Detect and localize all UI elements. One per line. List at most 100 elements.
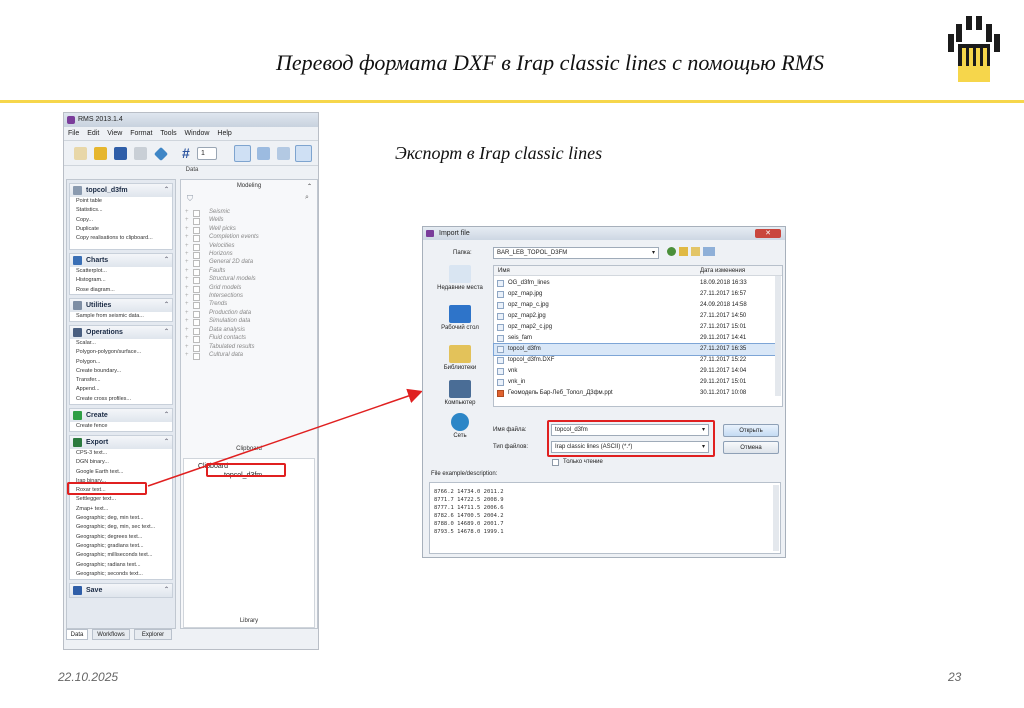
chevron-up-icon[interactable]: ⌃ xyxy=(164,409,169,422)
layout-view-2-icon[interactable] xyxy=(257,147,270,160)
open-button[interactable]: Открыть xyxy=(723,424,779,437)
task-scatterplot[interactable]: Scatterplot... xyxy=(70,267,172,276)
file-row[interactable]: opz_map2.jpg 27.11.2017 14:50 xyxy=(494,311,776,322)
preview-scrollbar[interactable] xyxy=(773,485,779,551)
collapse-icon[interactable]: ⌃ xyxy=(307,183,312,190)
file-row[interactable]: opz_map_c.jpg 24.09.2018 14:58 xyxy=(494,300,776,311)
open-folder-icon[interactable] xyxy=(94,147,107,160)
menu-file[interactable]: File xyxy=(68,130,79,137)
tab-data[interactable]: Data xyxy=(66,629,88,640)
layout-view-1-icon[interactable] xyxy=(234,145,251,162)
task-create-boundary[interactable]: Create boundary... xyxy=(70,367,172,376)
layout-view-3-icon[interactable] xyxy=(277,147,290,160)
place-desktop[interactable]: Рабочий стол xyxy=(429,305,491,331)
task-export-dgn[interactable]: DGN binary... xyxy=(70,458,172,467)
tree-item[interactable]: Velocities xyxy=(185,242,305,252)
task-export-geo-deg-min-sec[interactable]: Geographic; deg, min, sec text... xyxy=(70,523,172,532)
task-histogram[interactable]: Histogram... xyxy=(70,276,172,285)
folder-select[interactable]: BAR_LEB_TOPOL_D3FM ▾ xyxy=(493,247,659,259)
chevron-up-icon[interactable]: ⌃ xyxy=(164,584,169,597)
tree-item[interactable]: Production data xyxy=(185,309,305,319)
task-polygon[interactable]: Polygon... xyxy=(70,358,172,367)
tree-item[interactable]: Structural models xyxy=(185,275,305,285)
task-export-zmap[interactable]: Zmap+ text... xyxy=(70,505,172,514)
file-row[interactable]: opz_map.jpg 27.11.2017 16:57 xyxy=(494,289,776,300)
task-export-google-earth[interactable]: Google Earth text... xyxy=(70,468,172,477)
tab-explorer[interactable]: Explorer xyxy=(134,629,172,640)
chevron-up-icon[interactable]: ⌃ xyxy=(164,254,169,267)
tree-item[interactable]: Faults xyxy=(185,267,305,277)
task-scalar[interactable]: Scalar... xyxy=(70,339,172,348)
task-export-settlegger[interactable]: Settlegger text... xyxy=(70,495,172,504)
export-section-header[interactable]: Export ⌃ xyxy=(70,436,172,449)
search-icon[interactable]: ⌕ xyxy=(305,194,309,202)
task-rose-diagram[interactable]: Rose diagram... xyxy=(70,286,172,295)
task-export-geo-deg-min[interactable]: Geographic; deg, min text... xyxy=(70,514,172,523)
task-create-fence[interactable]: Create fence xyxy=(70,422,172,431)
menu-edit[interactable]: Edit xyxy=(87,130,99,137)
diamond-icon[interactable] xyxy=(153,146,169,162)
menu-help[interactable]: Help xyxy=(217,130,231,137)
file-list-scrollbar[interactable] xyxy=(775,276,781,396)
back-icon[interactable] xyxy=(667,247,676,256)
layout-view-4-icon[interactable] xyxy=(295,145,312,162)
task-sample-seismic[interactable]: Sample from seismic data... xyxy=(70,312,172,321)
file-row[interactable]: OG_d3fm_lines 18.09.2018 16:33 xyxy=(494,278,776,289)
new-folder-icon[interactable] xyxy=(691,247,700,256)
place-libraries[interactable]: Библиотеки xyxy=(429,345,491,371)
tree-item[interactable]: Cultural data xyxy=(185,351,305,361)
menu-tools[interactable]: Tools xyxy=(160,130,176,137)
task-statistics[interactable]: Statistics... xyxy=(70,206,172,215)
save-icon[interactable] xyxy=(114,147,127,160)
close-icon[interactable]: ✕ xyxy=(755,229,781,238)
task-export-geo-radians[interactable]: Geographic; radians text... xyxy=(70,561,172,570)
task-duplicate[interactable]: Duplicate xyxy=(70,225,172,234)
task-export-geo-degrees[interactable]: Geographic; degrees text... xyxy=(70,533,172,542)
tree-item[interactable]: Data analysis xyxy=(185,326,305,336)
file-row[interactable]: opz_map2_c.jpg 27.11.2017 15:01 xyxy=(494,322,776,333)
tree-item[interactable]: Seismic xyxy=(185,208,305,218)
cancel-button[interactable]: Отмена xyxy=(723,441,779,454)
menu-window[interactable]: Window xyxy=(185,130,210,137)
task-polygon-surface[interactable]: Polygon-polygon/surface... xyxy=(70,348,172,357)
tab-workflows[interactable]: Workflows xyxy=(92,629,130,640)
print-icon[interactable] xyxy=(134,147,147,160)
tree-item[interactable]: Intersections xyxy=(185,292,305,302)
column-date[interactable]: Дата изменения xyxy=(700,266,745,276)
tree-item[interactable]: General 2D data xyxy=(185,258,305,268)
chevron-up-icon[interactable]: ⌃ xyxy=(164,299,169,312)
file-row-selected[interactable]: topcol_d3fm 27.11.2017 16:35 xyxy=(493,343,777,356)
task-export-geo-ms[interactable]: Geographic; milliseconds text... xyxy=(70,551,172,560)
menu-format[interactable]: Format xyxy=(130,130,152,137)
tree-item[interactable]: Wells xyxy=(185,216,305,226)
new-icon[interactable] xyxy=(74,147,87,160)
task-export-cps3[interactable]: CPS-3 text... xyxy=(70,449,172,458)
chevron-up-icon[interactable]: ⌃ xyxy=(164,184,169,197)
tree-item[interactable]: Well picks xyxy=(185,225,305,235)
view-menu-icon[interactable] xyxy=(703,247,715,256)
task-copy-realisations[interactable]: Copy realisations to clipboard... xyxy=(70,234,172,243)
task-cross-profiles[interactable]: Create cross profiles... xyxy=(70,395,172,404)
tree-item[interactable]: Simulation data xyxy=(185,317,305,327)
file-row[interactable]: seis_fam 29.11.2017 14:41 xyxy=(494,333,776,344)
task-export-geo-seconds[interactable]: Geographic; seconds text... xyxy=(70,570,172,579)
utilities-section-header[interactable]: Utilities ⌃ xyxy=(70,299,172,312)
column-name[interactable]: Имя xyxy=(498,266,510,276)
realisation-spinner[interactable]: 1 xyxy=(197,147,217,160)
place-computer[interactable]: Компьютер xyxy=(429,380,491,406)
file-row[interactable]: Геомодель Бар-Леб_Топол_Д3фм.ppt 30.11.20… xyxy=(494,388,776,399)
tree-item[interactable]: Grid models xyxy=(185,284,305,294)
file-row[interactable]: vnk_in 29.11.2017 15:01 xyxy=(494,377,776,388)
file-row[interactable]: vnk 29.11.2017 14:04 xyxy=(494,366,776,377)
filter-icon[interactable]: ⛉ xyxy=(187,194,193,204)
tree-item[interactable]: Tabulated results xyxy=(185,343,305,352)
chevron-up-icon[interactable]: ⌃ xyxy=(164,436,169,449)
file-row[interactable]: topcol_d3fm.DXF 27.11.2017 15:22 xyxy=(494,355,776,366)
task-append[interactable]: Append... xyxy=(70,385,172,394)
up-folder-icon[interactable] xyxy=(679,247,688,256)
readonly-checkbox[interactable] xyxy=(552,459,559,466)
operations-section-header[interactable]: Operations ⌃ xyxy=(70,326,172,339)
save-section-header[interactable]: Save ⌃ xyxy=(70,584,172,597)
task-point-table[interactable]: Point table xyxy=(70,197,172,206)
charts-section-header[interactable]: Charts ⌃ xyxy=(70,254,172,267)
